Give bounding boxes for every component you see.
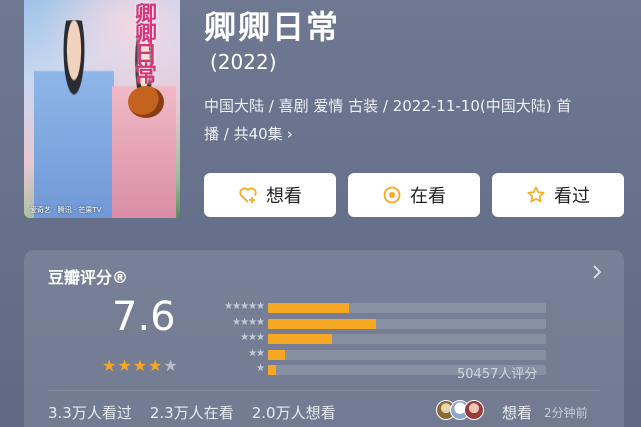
row-stars-label: ★	[256, 363, 265, 375]
target-icon	[382, 185, 402, 205]
rating-bar	[268, 318, 377, 329]
poster-image[interactable]: 卿卿日常 爱奇艺 · 腾讯 · 芒果TV	[24, 0, 180, 218]
star-filled-icons: ★★★★	[102, 356, 164, 375]
star-empty-icon: ★	[163, 356, 179, 375]
row-stars-label: ★★★★★	[224, 301, 265, 312]
row-stars-label: ★★★	[240, 332, 265, 344]
watched-count[interactable]: 3.3万人看过	[48, 402, 132, 423]
divider	[48, 390, 600, 391]
row-stars-label: ★★	[248, 347, 265, 359]
poster-platform-logos: 爱奇艺 · 腾讯 · 芒果TV	[30, 206, 102, 214]
rating-row-5: ★★★★★	[202, 301, 582, 315]
heart-plus-icon	[238, 185, 258, 205]
watched-button[interactable]: 看过	[492, 173, 624, 217]
watched-button-label: 看过	[554, 186, 590, 207]
rating-bar	[268, 334, 332, 345]
want-count[interactable]: 2.0万人想看	[252, 402, 336, 423]
rating-stars: ★★★★★	[102, 356, 179, 375]
rating-card[interactable]: 豆瓣评分® 7.6 ★★★★★ ★★★★★ ★★★★ ★★★ ★★ ★ 5045…	[24, 250, 624, 427]
recent-time: 2分钟前	[544, 406, 588, 420]
poster-chicken	[128, 86, 164, 118]
recent-user-avatars[interactable]	[436, 400, 484, 420]
rating-bar	[268, 349, 285, 360]
audience-stats: 3.3万人看过 2.3万人在看 2.0万人想看	[48, 402, 336, 423]
watching-button-label: 在看	[410, 186, 446, 207]
recent-action: 想看	[502, 404, 533, 422]
show-year: (2022)	[210, 50, 277, 74]
poster-title-calligraphy: 卿卿日常	[131, 2, 157, 82]
rating-score: 7.6	[112, 294, 176, 340]
rating-bar	[268, 303, 349, 313]
watching-button[interactable]: 在看	[348, 173, 480, 217]
rating-card-title: 豆瓣评分®	[48, 268, 129, 287]
rating-bar	[268, 365, 277, 376]
chevron-right-icon: ›	[286, 125, 293, 143]
watching-count[interactable]: 2.3万人在看	[150, 402, 234, 423]
meta-line-1: 中国大陆 / 喜剧 爱情 古装 / 2022-11-10(中国大陆) 首	[204, 97, 572, 115]
want-button[interactable]: 想看	[204, 173, 336, 217]
chevron-right-icon[interactable]	[592, 264, 602, 283]
star-outline-icon	[526, 185, 546, 205]
poster-figure-man	[34, 20, 114, 218]
want-button-label: 想看	[266, 186, 302, 207]
show-meta[interactable]: 中国大陆 / 喜剧 爱情 古装 / 2022-11-10(中国大陆) 首 播 /…	[204, 92, 624, 148]
row-stars-label: ★★★★	[232, 316, 265, 328]
show-title: 卿卿日常	[204, 8, 341, 46]
rating-row-3: ★★★	[202, 332, 582, 346]
rating-row-2: ★★	[202, 347, 582, 362]
rating-row-4: ★★★★	[202, 316, 582, 331]
meta-line-2: 播 / 共40集	[204, 125, 283, 143]
rater-count: 50457人评分	[457, 367, 538, 382]
avatar	[464, 400, 484, 420]
